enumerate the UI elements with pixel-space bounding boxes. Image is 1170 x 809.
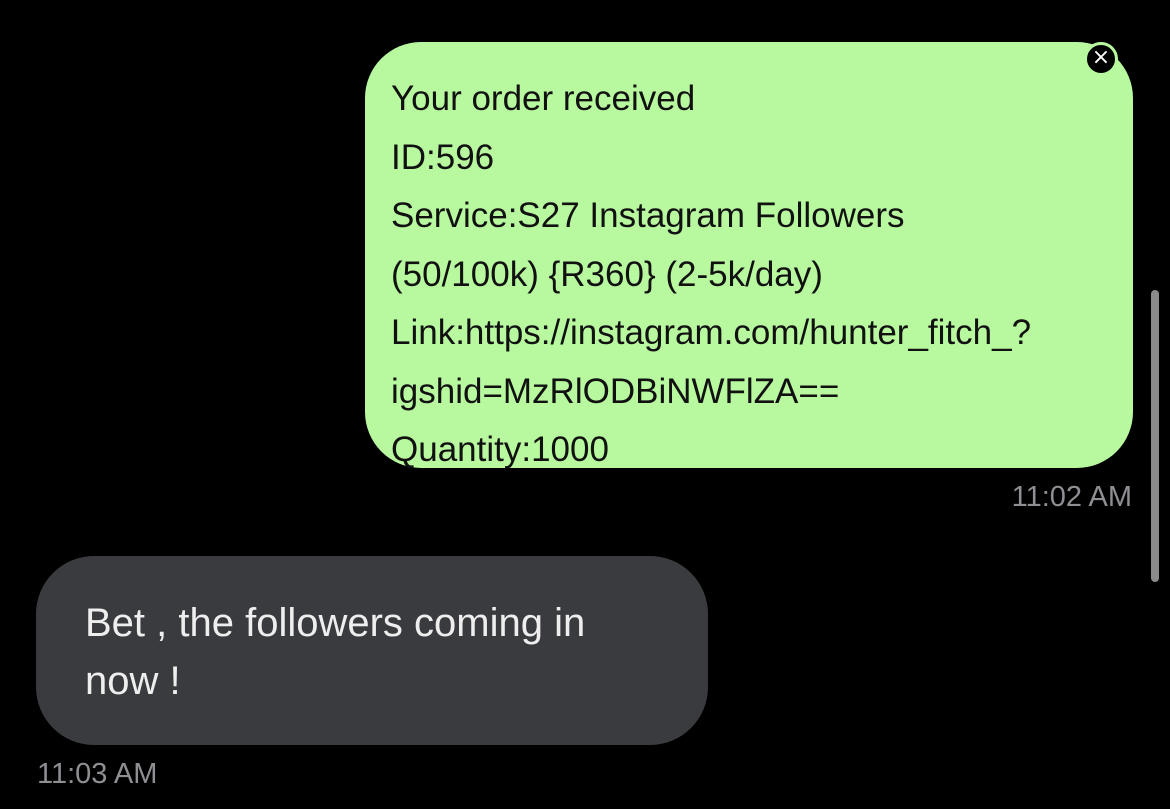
sent-message-line: Service:S27 Instagram Followers — [391, 196, 905, 235]
received-message-bubble[interactable]: Bet , the followers coming in now ! — [36, 556, 708, 745]
sent-message-line: Link:https://instagram.com/hunter_fitch_… — [391, 313, 1032, 352]
sent-message-line: Quantity:1000 — [391, 430, 609, 469]
sent-message-line: igshid=MzRlODBiNWFlZA== — [391, 371, 840, 411]
sent-message-timestamp: 11:02 AM — [1011, 481, 1132, 513]
sent-message-line: ID:596 — [391, 137, 495, 177]
received-message-line: Bet , the followers coming in — [85, 601, 586, 645]
sent-message-line: Your order received — [391, 79, 696, 118]
scrollbar[interactable] — [1151, 290, 1159, 582]
sent-message-bubble[interactable]: Your order received ID:596 Service:S27 I… — [365, 42, 1133, 469]
received-message-line: now ! — [85, 659, 181, 703]
received-message-timestamp: 11:03 AM — [37, 758, 158, 790]
close-icon[interactable]: × — [1084, 42, 1118, 76]
sent-message-line: (50/100k) {R360} (2-5k/day) — [391, 254, 823, 294]
